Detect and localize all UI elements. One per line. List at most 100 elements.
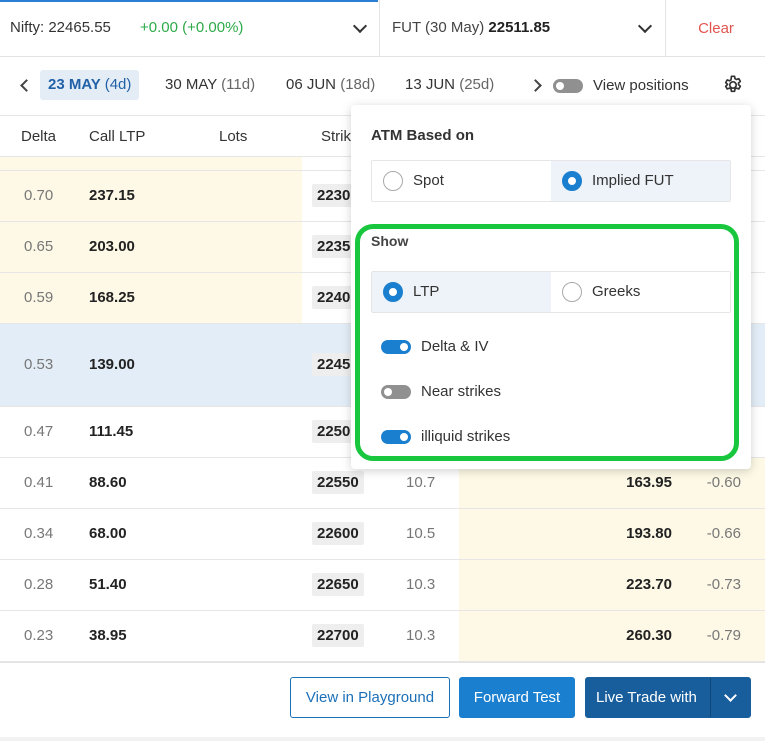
- put-delta: -0.66: [706, 525, 741, 542]
- implied-volatility: 10.7: [406, 474, 436, 491]
- call-delta: 0.53: [24, 356, 54, 373]
- put-delta: -0.79: [706, 627, 741, 644]
- gear-icon[interactable]: [722, 74, 744, 96]
- expiry-tab-23-may[interactable]: 23 MAY (4d): [40, 70, 140, 100]
- table-row[interactable]: 0.34 68.00 22600 10.5 193.80 -0.66: [0, 509, 765, 560]
- implied-volatility: 10.3: [406, 576, 436, 593]
- call-ltp: 38.95: [89, 627, 127, 644]
- delta-iv-label: Delta & IV: [421, 338, 489, 355]
- futures-selector[interactable]: FUT (30 May) 22511.85: [381, 0, 666, 57]
- show-option-ltp[interactable]: LTP: [372, 272, 551, 312]
- chevron-down-icon[interactable]: [637, 18, 653, 34]
- chevron-down-icon[interactable]: [352, 18, 368, 34]
- expiry-date: 06 JUN: [286, 76, 337, 93]
- radio-button-selected[interactable]: [562, 171, 582, 191]
- expiry-days: (18d): [340, 76, 376, 93]
- implied-volatility: 10.3: [406, 627, 436, 644]
- illiquid-strikes-toggle[interactable]: [381, 430, 411, 444]
- put-delta: -0.60: [706, 474, 741, 491]
- strike-price: 22550: [312, 471, 364, 494]
- top-bar: Nifty: 22465.55 +0.00 (+0.00%) FUT (30 M…: [0, 0, 765, 57]
- nifty-change: +0.00 (+0.00%): [140, 19, 244, 36]
- strike-price: 22600: [312, 522, 364, 545]
- option-label: Greeks: [592, 283, 641, 300]
- header-call-ltp: Call LTP: [89, 128, 146, 145]
- chevron-left-icon[interactable]: [20, 79, 33, 92]
- call-delta: 0.59: [24, 289, 54, 306]
- show-option-greeks[interactable]: Greeks: [551, 272, 730, 312]
- table-row[interactable]: 0.28 51.40 22650 10.3 223.70 -0.73: [0, 560, 765, 611]
- expiry-tab-13-jun[interactable]: 13 JUN (25d): [397, 70, 502, 100]
- forward-test-button[interactable]: Forward Test: [459, 677, 575, 718]
- call-delta: 0.41: [24, 474, 54, 491]
- expiry-date: 13 JUN: [405, 76, 456, 93]
- atm-based-on-title: ATM Based on: [371, 127, 475, 144]
- settings-popup: ATM Based on Spot Implied FUT Show LTP G…: [351, 105, 751, 469]
- option-label: LTP: [413, 283, 440, 300]
- expiry-tab-30-may[interactable]: 30 MAY (11d): [157, 70, 263, 100]
- put-ltp: 163.95: [626, 474, 672, 491]
- call-ltp: 203.00: [89, 238, 135, 255]
- atm-option-spot[interactable]: Spot: [372, 161, 551, 201]
- expiry-days: (25d): [459, 76, 495, 93]
- view-in-playground-button[interactable]: View in Playground: [290, 677, 450, 718]
- nifty-spot-price: Nifty: 22465.55: [10, 19, 111, 36]
- expiry-days: (11d): [221, 76, 256, 93]
- live-trade-button[interactable]: Live Trade with: [585, 677, 751, 718]
- header-lots: Lots: [219, 128, 248, 145]
- atm-basis-selector: Spot Implied FUT: [371, 160, 731, 202]
- put-ltp: 223.70: [626, 576, 672, 593]
- call-ltp: 111.45: [89, 423, 134, 440]
- radio-button[interactable]: [383, 171, 403, 191]
- header-delta: Delta: [21, 128, 57, 145]
- implied-volatility: 10.5: [406, 525, 436, 542]
- near-strikes-label: Near strikes: [421, 383, 502, 400]
- call-delta: 0.23: [24, 627, 54, 644]
- radio-button[interactable]: [562, 282, 582, 302]
- live-trade-label: Live Trade with: [596, 689, 697, 706]
- option-label: Implied FUT: [592, 172, 674, 189]
- call-ltp: 51.40: [89, 576, 127, 593]
- expiry-tab-06-jun[interactable]: 06 JUN (18d): [278, 70, 383, 100]
- option-label: Spot: [413, 172, 444, 189]
- call-delta: 0.47: [24, 423, 54, 440]
- clear-button[interactable]: Clear: [667, 0, 765, 57]
- atm-option-implied-fut[interactable]: Implied FUT: [551, 161, 730, 201]
- radio-button-selected[interactable]: [383, 282, 403, 302]
- view-positions-label: View positions: [593, 77, 689, 94]
- action-footer: View in Playground Forward Test Live Tra…: [0, 662, 765, 741]
- view-positions-toggle[interactable]: [553, 79, 583, 93]
- expiry-date: 23 MAY: [48, 76, 101, 93]
- call-delta: 0.34: [24, 525, 54, 542]
- nifty-active-indicator: [0, 0, 378, 2]
- call-ltp: 168.25: [89, 289, 135, 306]
- strike-price: 22650: [312, 573, 364, 596]
- expiry-date: 30 MAY: [165, 76, 217, 93]
- footer-edge: [0, 737, 765, 741]
- chevron-right-icon[interactable]: [529, 79, 542, 92]
- strike-price: 22700: [312, 624, 364, 647]
- illiquid-strikes-label: illiquid strikes: [421, 428, 511, 445]
- put-delta: -0.73: [706, 576, 741, 593]
- table-row[interactable]: 0.23 38.95 22700 10.3 260.30 -0.79: [0, 611, 765, 662]
- near-strikes-toggle[interactable]: [381, 385, 411, 399]
- futures-label: FUT (30 May) 22511.85: [392, 19, 550, 36]
- chevron-down-icon[interactable]: [724, 689, 737, 702]
- futures-expiry: FUT (30 May): [392, 19, 485, 36]
- show-title: Show: [371, 233, 409, 249]
- itm-shade: [0, 157, 302, 170]
- put-ltp: 193.80: [626, 525, 672, 542]
- button-divider: [710, 678, 711, 717]
- put-ltp: 260.30: [626, 627, 672, 644]
- call-ltp: 139.00: [89, 356, 135, 373]
- call-delta: 0.28: [24, 576, 54, 593]
- show-mode-selector: LTP Greeks: [371, 271, 731, 313]
- call-ltp: 68.00: [89, 525, 127, 542]
- nifty-selector[interactable]: Nifty: 22465.55 +0.00 (+0.00%): [0, 0, 380, 57]
- call-delta: 0.70: [24, 187, 54, 204]
- delta-iv-toggle[interactable]: [381, 340, 411, 354]
- call-ltp: 88.60: [89, 474, 127, 491]
- futures-price: 22511.85: [488, 19, 551, 36]
- call-delta: 0.65: [24, 238, 54, 255]
- expiry-days: (4d): [104, 76, 132, 93]
